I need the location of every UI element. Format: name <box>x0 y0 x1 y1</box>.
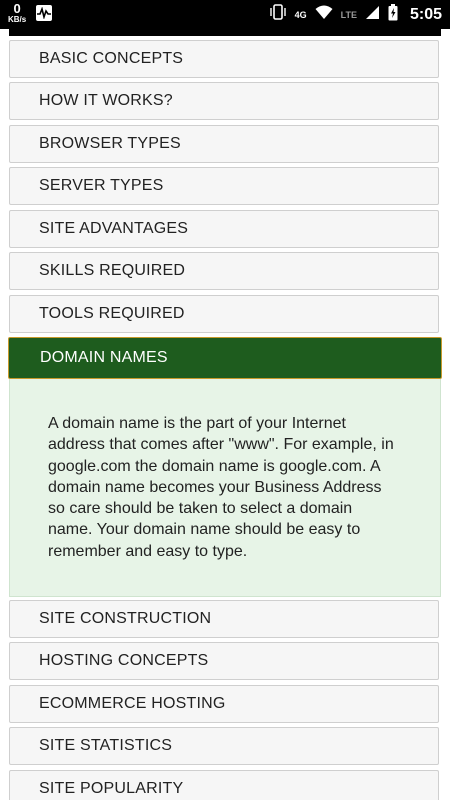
network-lte-label: LTE <box>340 9 357 20</box>
accordion-item-site-advantages[interactable]: SITE ADVANTAGES <box>9 210 439 248</box>
accordion-item-site-popularity[interactable]: SITE POPULARITY <box>9 770 439 800</box>
status-bar: 0 KB/s 4G LTE 5:05 <box>0 0 450 29</box>
accordion-item-label: SKILLS REQUIRED <box>39 262 186 279</box>
accordion-item-label: SERVER TYPES <box>39 177 164 194</box>
accordion-item-domain-names[interactable]: DOMAIN NAMES <box>8 337 442 379</box>
network-speed-value: 0 <box>13 1 21 16</box>
accordion-item-label: BROWSER TYPES <box>39 135 181 152</box>
accordion-panel-text: A domain name is the part of your Intern… <box>48 415 394 560</box>
status-left: 0 KB/s <box>8 2 53 24</box>
accordion-item-how-it-works[interactable]: HOW IT WORKS? <box>9 82 439 120</box>
battery-icon <box>388 3 398 26</box>
accordion-item-browser-types[interactable]: BROWSER TYPES <box>9 125 439 163</box>
accordion-item-site-statistics[interactable]: SITE STATISTICS <box>9 727 439 765</box>
accordion-item-label: ECOMMERCE HOSTING <box>39 695 226 712</box>
vibrate-icon <box>269 4 287 25</box>
network-speed-unit: KB/s <box>8 15 27 24</box>
status-right: 4G LTE 5:05 <box>269 0 442 29</box>
accordion-item-label: TOOLS REQUIRED <box>39 305 185 322</box>
accordion-item-label: SITE ADVANTAGES <box>39 220 189 237</box>
network-speed: 0 KB/s <box>8 2 26 24</box>
signal-icon <box>365 5 380 25</box>
accordion-item-ecommerce-hosting[interactable]: ECOMMERCE HOSTING <box>9 685 439 723</box>
accordion-item-skills-required[interactable]: SKILLS REQUIRED <box>9 252 439 290</box>
accordion-item-site-construction[interactable]: SITE CONSTRUCTION <box>9 600 439 638</box>
accordion-panel-domain-names: A domain name is the part of your Intern… <box>9 379 441 597</box>
accordion-item-label: SITE POPULARITY <box>39 780 184 797</box>
accordion-item-label: DOMAIN NAMES <box>40 349 168 366</box>
clock: 5:05 <box>409 5 442 23</box>
accordion-item-hosting-concepts[interactable]: HOSTING CONCEPTS <box>9 642 439 680</box>
accordion-item-label: SITE CONSTRUCTION <box>39 610 212 627</box>
accordion-item-server-types[interactable]: SERVER TYPES <box>9 167 439 205</box>
accordion-item-label: SITE STATISTICS <box>39 737 173 754</box>
wifi-icon <box>315 5 333 25</box>
accordion-item-label: HOW IT WORKS? <box>39 92 173 109</box>
accordion-item-tools-required[interactable]: TOOLS REQUIRED <box>9 295 439 333</box>
toolbar-edge <box>9 29 441 36</box>
activity-icon <box>36 5 53 21</box>
accordion-item-basic-concepts[interactable]: BASIC CONCEPTS <box>9 40 439 78</box>
accordion-item-label: HOSTING CONCEPTS <box>39 652 209 669</box>
accordion-item-label: BASIC CONCEPTS <box>39 50 184 67</box>
network-4g-label: 4G <box>294 9 307 20</box>
